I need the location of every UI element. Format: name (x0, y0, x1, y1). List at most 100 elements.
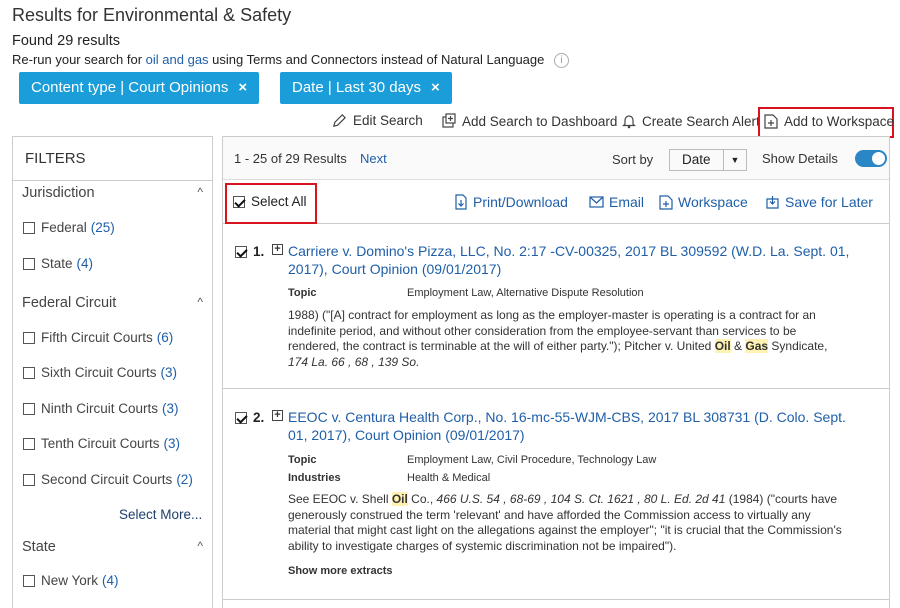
collapse-caret-icon[interactable]: ^ (197, 185, 203, 199)
add-dashboard-icon (442, 113, 456, 128)
checkbox[interactable] (23, 402, 35, 415)
next-page-link[interactable]: Next (360, 151, 387, 166)
bulk-actions-bar: Select All Print/Download Email Workspac… (223, 180, 889, 224)
email-label: Email (609, 194, 645, 210)
result-snippet: See EEOC v. Shell Oil Co., 466 U.S. 54 ,… (288, 492, 843, 554)
checkbox[interactable] (23, 473, 35, 486)
filter-item-ninth-circuit[interactable]: Ninth Circuit Courts (3) (23, 401, 179, 416)
rerun-suffix: using Terms and Connectors instead of Na… (208, 52, 545, 67)
meta-value-industries: Health & Medical (407, 472, 491, 484)
result-select[interactable]: 2. (235, 410, 264, 425)
filter-label: Tenth Circuit Courts (41, 436, 160, 451)
meta-value-topic: Employment Law, Civil Procedure, Technol… (407, 454, 657, 466)
rerun-prefix: Re-run your search for (12, 52, 146, 67)
filter-item-fifth-circuit[interactable]: Fifth Circuit Courts (6) (23, 330, 173, 345)
filter-label: Fifth Circuit Courts (41, 330, 153, 345)
snippet-text: & (730, 339, 746, 353)
filter-label: New York (41, 573, 99, 588)
workspace-label: Workspace (678, 194, 748, 210)
checkbox[interactable] (233, 195, 245, 208)
snippet-citation: 466 U.S. 54 , 68-69 , 104 S. Ct. 1621 , … (436, 492, 726, 506)
bell-icon (622, 115, 636, 129)
expand-plus-icon[interactable]: + (272, 410, 283, 421)
filter-count: (3) (160, 365, 178, 380)
show-details-toggle[interactable] (855, 150, 887, 167)
pencil-icon (333, 114, 346, 127)
info-icon[interactable]: i (554, 53, 569, 69)
filter-section-state[interactable]: State ^ (22, 539, 207, 555)
snippet-text: Co., (407, 492, 437, 506)
result-number: 2. (253, 410, 265, 425)
meta-key-industries: Industries (288, 472, 341, 484)
filter-item-second-circuit[interactable]: Second Circuit Courts (2) (23, 472, 193, 487)
filter-count: (3) (163, 436, 181, 451)
filter-section-jurisdiction[interactable]: Jurisdiction ^ (22, 185, 207, 201)
print-label: Print/Download (473, 194, 568, 210)
filter-label: Sixth Circuit Courts (41, 365, 157, 380)
search-term-highlight: Gas (745, 339, 769, 353)
print-download-button[interactable]: Print/Download (454, 194, 568, 210)
collapse-caret-icon[interactable]: ^ (197, 295, 203, 309)
filter-section-federal-circuit[interactable]: Federal Circuit ^ (22, 295, 207, 311)
section-title: State (22, 539, 56, 555)
snippet-text: See EEOC v. Shell (288, 492, 392, 506)
result-title-link[interactable]: Carriere v. Domino's Pizza, LLC, No. 2:1… (288, 242, 868, 278)
search-term-highlight: Oil (714, 339, 731, 353)
checkbox[interactable] (23, 331, 35, 344)
filter-count: (3) (162, 401, 179, 416)
save-later-label: Save for Later (785, 194, 873, 210)
show-more-extracts-link[interactable]: Show more extracts (288, 565, 393, 577)
filter-count: (2) (176, 472, 193, 487)
filter-label: Second Circuit Courts (41, 472, 173, 487)
save-for-later-button[interactable]: Save for Later (765, 194, 873, 210)
search-term-highlight: Oil (391, 492, 408, 506)
section-title: Jurisdiction (22, 185, 95, 201)
add-dashboard-label: Add Search to Dashboard (462, 113, 618, 129)
filter-item-state[interactable]: State (4) (23, 256, 93, 271)
checkbox[interactable] (235, 411, 247, 424)
chip-label: Content type | Court Opinions (31, 79, 229, 96)
checkbox[interactable] (23, 221, 35, 234)
result-select[interactable]: 1. (235, 244, 264, 259)
close-icon[interactable]: × (431, 79, 440, 96)
add-to-dashboard-button[interactable]: Add Search to Dashboard (440, 113, 617, 129)
chevron-down-icon: ▼ (730, 155, 740, 165)
checkbox[interactable] (23, 366, 35, 379)
meta-key-topic: Topic (288, 287, 317, 299)
rerun-query-link[interactable]: oil and gas (146, 52, 209, 67)
page-title: Results for Environmental & Safety (12, 5, 292, 25)
sort-select[interactable]: Date ▼ (669, 149, 748, 171)
result-number: 1. (253, 244, 265, 259)
print-download-icon (455, 194, 467, 210)
filter-item-tenth-circuit[interactable]: Tenth Circuit Courts (3) (23, 436, 180, 451)
checkbox[interactable] (23, 257, 35, 270)
add-to-workspace-button[interactable]: Add to Workspace (764, 113, 894, 129)
filter-item-federal[interactable]: Federal (25) (23, 220, 115, 235)
select-more-link[interactable]: Select More... (119, 507, 202, 522)
filter-count: (4) (102, 573, 119, 588)
collapse-caret-icon[interactable]: ^ (197, 539, 203, 553)
filter-item-new-york[interactable]: New York (4) (23, 573, 119, 588)
snippet-text: Syndicate, (768, 339, 828, 353)
checkbox[interactable] (23, 574, 35, 587)
sort-label: Sort by (612, 152, 654, 167)
checkbox[interactable] (235, 245, 247, 258)
filter-chip-content-type[interactable]: Content type | Court Opinions × (19, 72, 260, 104)
add-workspace-label: Add to Workspace (784, 113, 895, 129)
result-title-link[interactable]: EEOC v. Centura Health Corp., No. 16-mc-… (288, 408, 868, 444)
select-all-checkbox[interactable]: Select All (233, 194, 307, 209)
checkbox[interactable] (23, 437, 35, 450)
workspace-button[interactable]: Workspace (659, 194, 748, 210)
create-alert-button[interactable]: Create Search Alert (622, 113, 760, 129)
section-title: Federal Circuit (22, 295, 117, 311)
close-icon[interactable]: × (238, 79, 247, 96)
result-item: 1. + Carriere v. Domino's Pizza, LLC, No… (223, 225, 889, 389)
chip-label: Date | Last 30 days (292, 79, 421, 96)
meta-value-topic: Employment Law, Alternative Dispute Reso… (407, 287, 644, 299)
filter-chip-date[interactable]: Date | Last 30 days × (280, 72, 452, 104)
filter-item-sixth-circuit[interactable]: Sixth Circuit Courts (3) (23, 365, 177, 380)
expand-plus-icon[interactable]: + (272, 244, 283, 255)
edit-search-button[interactable]: Edit Search (332, 113, 423, 128)
email-button[interactable]: Email (589, 194, 644, 210)
filters-heading: FILTERS (13, 137, 212, 181)
